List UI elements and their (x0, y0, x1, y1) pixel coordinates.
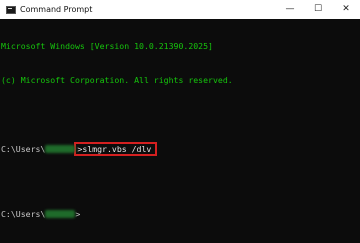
command-line: C:\Users\ >slmgr.vbs /dlv (1, 142, 360, 157)
window-title: Command Prompt (20, 5, 93, 14)
command-prompt-window: Command Prompt — ☐ ✕ Microsoft Windows [… (0, 0, 360, 240)
highlighted-command: >slmgr.vbs /dlv (74, 142, 158, 157)
current-prompt-line[interactable]: C:\Users\ > (1, 209, 360, 220)
maximize-button[interactable]: ☐ (304, 0, 332, 19)
minimize-button[interactable]: — (276, 0, 304, 19)
banner-copyright-line: (c) Microsoft Corporation. All rights re… (1, 75, 233, 85)
redacted-username (45, 210, 76, 219)
prompt-symbol: > (75, 209, 81, 220)
console-output[interactable]: Microsoft Windows [Version 10.0.21390.20… (0, 19, 360, 240)
command-text: slmgr.vbs /dlv (82, 144, 152, 155)
command-prompt-icon (6, 5, 16, 14)
close-button[interactable]: ✕ (332, 0, 360, 19)
title-bar[interactable]: Command Prompt — ☐ ✕ (0, 0, 360, 19)
redacted-username (45, 145, 76, 154)
prompt-prefix: C:\Users\ (1, 209, 46, 220)
banner-version-line: Microsoft Windows [Version 10.0.21390.20… (1, 41, 213, 52)
prompt-prefix: C:\Users\ (1, 144, 46, 155)
